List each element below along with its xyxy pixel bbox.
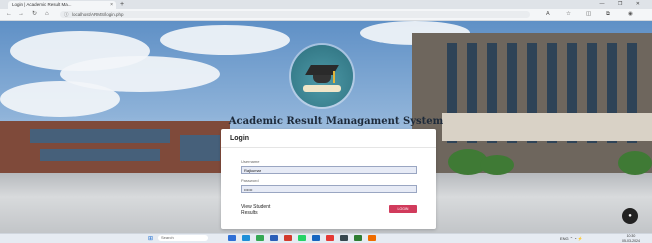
tab-title: Login | Academic Result Ma... [12,2,71,7]
login-heading: Login [230,135,249,142]
home-icon[interactable]: ⌂ [45,9,49,20]
info-icon: ⓘ [64,11,69,18]
taskbar-app-app-blue-icon[interactable] [312,235,320,241]
reload-icon[interactable]: ↻ [32,9,37,20]
taskbar-app-app-dark-icon[interactable] [340,235,348,241]
taskbar-app-whatsapp-icon[interactable] [298,235,306,241]
background-cloud [160,25,290,55]
password-field[interactable] [241,185,417,193]
login-button[interactable]: LOGIN [389,205,417,213]
username-field[interactable] [241,166,417,174]
taskbar-search[interactable]: Search [158,235,208,241]
taskbar-app-chrome-icon[interactable] [256,235,264,241]
login-card: Login Username Password View Student Res… [221,129,436,229]
read-aloud-icon[interactable]: A [546,9,550,20]
split-screen-icon[interactable]: ◫ [586,9,591,20]
start-icon[interactable]: ⊞ [148,235,153,242]
background-tree [480,155,514,175]
view-student-results-link[interactable]: View Student Results [241,205,285,216]
taskbar-app-app-red2-icon[interactable] [326,235,334,241]
profile-icon[interactable]: ◉ [628,9,633,20]
browser-toolbar: ← → ↻ ⌂ ⓘ localhost/ARMS/login.php A ☆ ◫… [0,9,652,21]
background-building-left [0,121,230,173]
clock-date: 05-03-2024 [622,239,640,243]
taskbar-app-app-red-icon[interactable] [284,235,292,241]
taskbar-app-mail-icon[interactable] [270,235,278,241]
url-text: localhost/ARMS/login.php [72,11,124,18]
divider [221,147,436,148]
favorites-icon[interactable]: ☆ [566,9,571,20]
taskbar-app-app-green-icon[interactable] [354,235,362,241]
chat-icon[interactable]: ● [622,208,638,224]
background-building-right [412,33,652,173]
back-icon[interactable]: ← [6,9,12,20]
taskbar-app-edge-icon[interactable] [242,235,250,241]
background-cloud [0,81,120,117]
background-tree [618,151,652,175]
forward-icon[interactable]: → [18,9,24,20]
username-label: Username [241,159,259,164]
tab-close-icon[interactable]: × [110,1,113,9]
browser-tab[interactable]: Login | Academic Result Ma... × [8,1,116,9]
window-controls[interactable]: — ❐ ✕ [600,0,646,9]
app-title: Academic Result Managament System [216,116,456,127]
diploma-icon [303,85,341,92]
address-bar[interactable]: ⓘ localhost/ARMS/login.php [60,11,530,18]
browser-tab-strip: Login | Academic Result Ma... × + — ❐ ✕ [0,0,652,9]
app-logo [291,45,353,107]
new-tab-icon[interactable]: + [120,0,124,9]
collections-icon[interactable]: ⧉ [606,9,610,20]
password-label: Password [241,178,259,183]
taskbar-app-app-orange-icon[interactable] [368,235,376,241]
taskbar-app-explorer-icon[interactable] [228,235,236,241]
login-page: Academic Result Managament System Login … [0,21,652,233]
